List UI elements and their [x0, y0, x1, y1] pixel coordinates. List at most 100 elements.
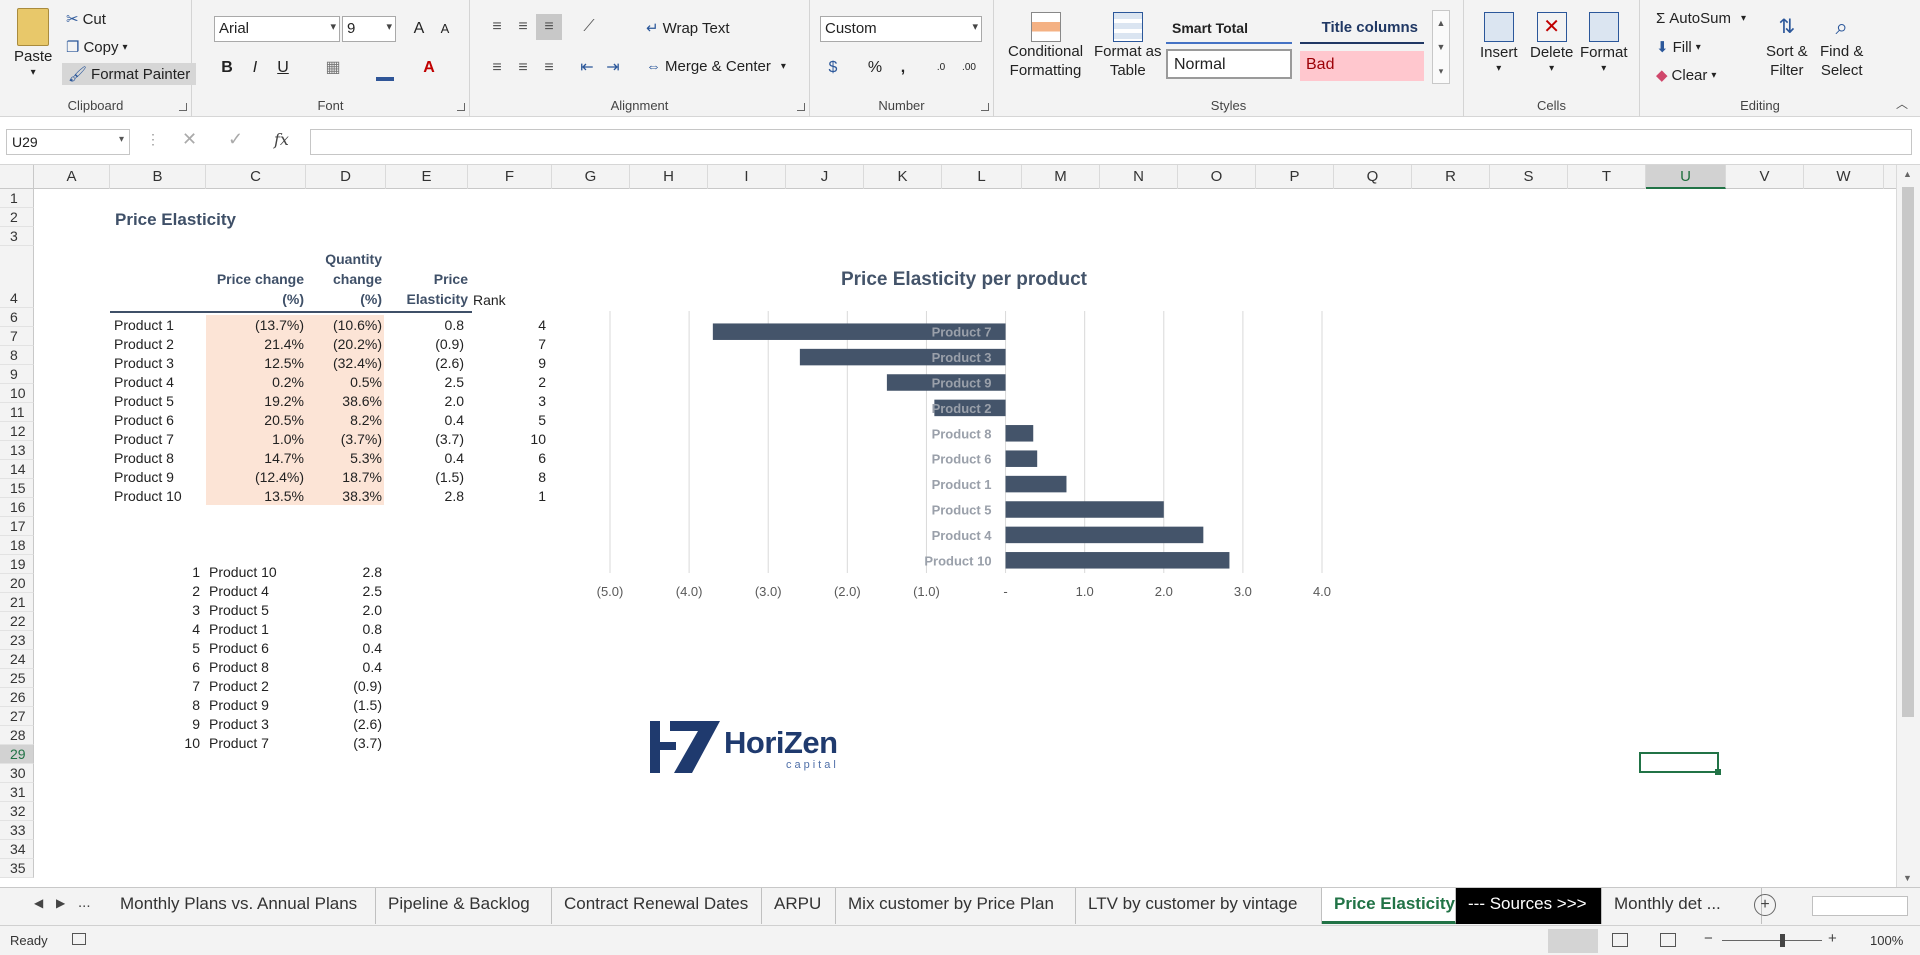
row-header-12[interactable]: 12	[0, 422, 34, 441]
elasticity-cell[interactable]: 0.8	[384, 316, 464, 335]
sheet-tab[interactable]: LTV by customer by vintage	[1076, 888, 1322, 924]
align-middle-icon[interactable]: ≡	[510, 14, 536, 40]
ranked-elasticity-cell[interactable]: 2.8	[306, 563, 382, 582]
rank-cell[interactable]: 2	[470, 373, 546, 392]
ranked-number-cell[interactable]: 3	[110, 601, 200, 620]
font-name-select[interactable]: Arial	[214, 16, 340, 42]
chart-bar[interactable]	[1005, 501, 1164, 518]
column-header-o[interactable]: O	[1178, 165, 1256, 189]
column-header-u[interactable]: U	[1646, 165, 1726, 189]
row-header-8[interactable]: 8	[0, 346, 34, 365]
row-header-30[interactable]: 30	[0, 764, 34, 783]
wrap-text-button[interactable]: ↵ Wrap Text	[646, 19, 730, 38]
quantity-change-cell[interactable]: 18.7%	[306, 468, 382, 487]
price-change-cell[interactable]: 1.0%	[206, 430, 304, 449]
row-header-18[interactable]: 18	[0, 536, 34, 555]
ranked-elasticity-cell[interactable]: (2.6)	[306, 715, 382, 734]
align-left-icon[interactable]: ≡	[484, 55, 510, 81]
row-header-32[interactable]: 32	[0, 802, 34, 821]
header-quantity-change[interactable]: Quantity change (%)	[306, 249, 382, 309]
ranked-elasticity-cell[interactable]: (1.5)	[306, 696, 382, 715]
row-header-20[interactable]: 20	[0, 574, 34, 593]
style-normal[interactable]: Normal	[1166, 49, 1292, 79]
align-top-icon[interactable]: ≡	[484, 14, 510, 40]
page-break-icon[interactable]	[1660, 933, 1676, 947]
column-header-j[interactable]: J	[786, 165, 864, 189]
ranked-elasticity-cell[interactable]: 2.5	[306, 582, 382, 601]
rank-cell[interactable]: 1	[470, 487, 546, 506]
fill-button[interactable]: ⬇ Fill ▾	[1656, 38, 1701, 57]
price-change-cell[interactable]: 20.5%	[206, 411, 304, 430]
quantity-change-cell[interactable]: 5.3%	[306, 449, 382, 468]
row-header-3[interactable]: 3	[0, 227, 34, 246]
borders-icon[interactable]: ▦	[320, 55, 346, 81]
row-header-17[interactable]: 17	[0, 517, 34, 536]
worksheet-grid[interactable]: ABCDEFGHIJKLMNOPQRSTUVW 1 2 3 4 6 7 8 9 10 11 12 13…	[0, 165, 1920, 887]
ranked-elasticity-cell[interactable]: 0.4	[306, 658, 382, 677]
decrease-decimal-button[interactable]: .00	[956, 55, 982, 81]
format-painter-button[interactable]: 🖌 Format Painter	[62, 63, 197, 85]
product-cell[interactable]: Product 9	[114, 468, 174, 487]
column-header-q[interactable]: Q	[1334, 165, 1412, 189]
price-change-cell[interactable]: 14.7%	[206, 449, 304, 468]
product-cell[interactable]: Product 5	[114, 392, 174, 411]
column-header-f[interactable]: F	[468, 165, 552, 189]
ranked-product-cell[interactable]: Product 7	[209, 734, 269, 753]
styles-gallery-scroll[interactable]: ▲ ▼ ▾	[1432, 10, 1450, 84]
percent-button[interactable]: %	[862, 55, 888, 81]
sheet-tab[interactable]: Monthly Plans vs. Annual Plans	[108, 888, 376, 924]
price-change-cell[interactable]: (13.7%)	[206, 316, 304, 335]
ranked-number-cell[interactable]: 1	[110, 563, 200, 582]
column-header-d[interactable]: D	[306, 165, 386, 189]
row-header-19[interactable]: 19	[0, 555, 34, 574]
zoom-slider[interactable]	[1722, 940, 1822, 941]
quantity-change-cell[interactable]: (32.4%)	[306, 354, 382, 373]
chart-bar[interactable]	[1005, 526, 1204, 544]
row-header-10[interactable]: 10	[0, 384, 34, 403]
row-header-34[interactable]: 34	[0, 840, 34, 859]
increase-indent-icon[interactable]: ⇥	[600, 55, 626, 81]
column-header-p[interactable]: P	[1256, 165, 1334, 189]
row-header-4[interactable]: 4	[0, 246, 34, 308]
tab-more-button[interactable]: ...	[78, 894, 91, 911]
tab-next-icon[interactable]: ▶	[56, 896, 65, 910]
increase-decimal-button[interactable]: .0	[928, 55, 954, 81]
delete-button[interactable]: ✕ Delete ▾	[1530, 12, 1573, 74]
autosum-button[interactable]: Σ AutoSum ▾	[1656, 10, 1746, 27]
ranked-number-cell[interactable]: 7	[110, 677, 200, 696]
row-header-33[interactable]: 33	[0, 821, 34, 840]
product-cell[interactable]: Product 7	[114, 430, 174, 449]
orientation-icon[interactable]: ⟋	[576, 14, 602, 40]
price-change-cell[interactable]: 13.5%	[206, 487, 304, 506]
selected-cell[interactable]	[1639, 752, 1721, 775]
vertical-scrollbar[interactable]: ▲ ▼	[1896, 165, 1920, 887]
header-price-elasticity[interactable]: Price Elasticity	[390, 269, 468, 309]
rank-cell[interactable]: 6	[470, 449, 546, 468]
product-cell[interactable]: Product 8	[114, 449, 174, 468]
rank-cell[interactable]: 7	[470, 335, 546, 354]
product-cell[interactable]: Product 6	[114, 411, 174, 430]
rank-cell[interactable]: 8	[470, 468, 546, 487]
italic-button[interactable]: I	[242, 55, 268, 81]
quantity-change-cell[interactable]: (3.7%)	[306, 430, 382, 449]
collapse-ribbon-icon[interactable]: ︿	[1896, 95, 1908, 112]
column-header-n[interactable]: N	[1100, 165, 1178, 189]
price-elasticity-chart[interactable]: Price Elasticity per product Product 7Pr…	[580, 255, 1360, 635]
rank-cell[interactable]: 10	[470, 430, 546, 449]
column-header-r[interactable]: R	[1412, 165, 1490, 189]
font-size-select[interactable]: 9	[342, 16, 396, 42]
ranked-product-cell[interactable]: Product 3	[209, 715, 269, 734]
comma-button[interactable]: ,	[890, 55, 916, 81]
name-box[interactable]: U29	[6, 129, 130, 155]
insert-function-button[interactable]: fx	[274, 130, 289, 149]
sheet-tab[interactable]: Pipeline & Backlog	[376, 888, 552, 924]
cut-button[interactable]: ✂ Cut	[66, 10, 106, 29]
product-cell[interactable]: Product 1	[114, 316, 174, 335]
column-header-g[interactable]: G	[552, 165, 630, 189]
row-header-13[interactable]: 13	[0, 441, 34, 460]
price-change-cell[interactable]: 0.2%	[206, 373, 304, 392]
grow-font-button[interactable]: A	[406, 16, 432, 42]
column-header-l[interactable]: L	[942, 165, 1022, 189]
sheet-tab[interactable]: Price Elasticity	[1322, 888, 1456, 924]
product-cell[interactable]: Product 4	[114, 373, 174, 392]
